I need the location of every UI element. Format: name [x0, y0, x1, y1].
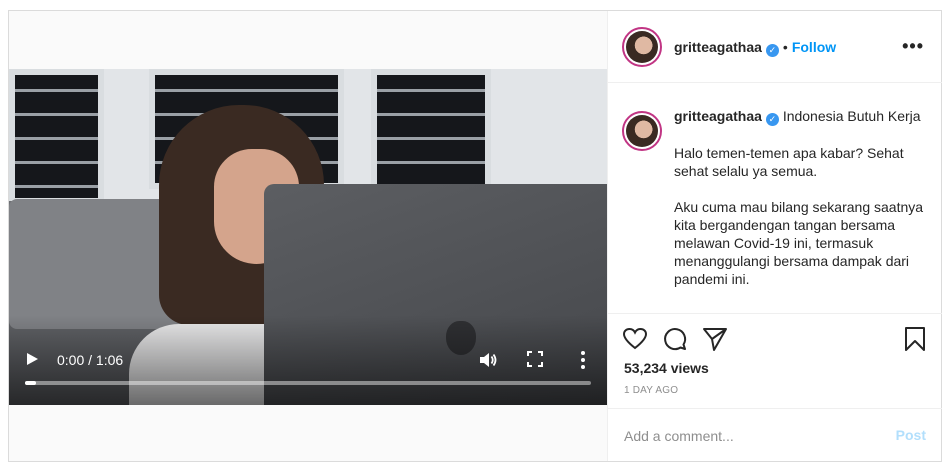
caption-paragraph: Halo temen-temen apa kabar? Sehat sehat … [674, 145, 904, 179]
instagram-post: 0:00 / 1:06 gritteagathaa ✓ • Follow •••… [8, 10, 942, 462]
window-left [9, 69, 104, 204]
fullscreen-icon[interactable] [527, 351, 543, 367]
views-count[interactable]: 53,234 views [624, 360, 709, 376]
header-user-line: gritteagathaa ✓ • Follow [674, 39, 836, 57]
share-icon[interactable] [702, 326, 728, 352]
video-progress-fill [25, 381, 37, 385]
video-player[interactable]: 0:00 / 1:06 [9, 69, 607, 405]
avatar-image [626, 115, 658, 147]
caption-text: gritteagathaa ✓ Indonesia Butuh Kerja Hal… [674, 107, 924, 306]
verified-badge-icon: ✓ [765, 44, 779, 57]
caption-paragraph: Aku cuma mau bilang sekarang saatnya kit… [674, 199, 924, 287]
post-actions: 53,234 views 1 DAY AGO Post [608, 313, 942, 461]
caption-username[interactable]: gritteagathaa [674, 108, 762, 124]
kebab-menu-icon[interactable] [580, 350, 586, 370]
comment-icon[interactable] [662, 326, 688, 352]
posted-time[interactable]: 1 DAY AGO [624, 385, 678, 396]
bookmark-icon[interactable] [902, 326, 928, 352]
post-sidebar: gritteagathaa ✓ • Follow ••• gritteagathaa ✓… [607, 11, 942, 461]
play-icon[interactable] [27, 353, 38, 365]
caption-avatar[interactable] [622, 111, 662, 151]
window-right [371, 69, 491, 194]
post-media: 0:00 / 1:06 [9, 11, 607, 461]
follow-button[interactable]: Follow [792, 39, 836, 55]
volume-icon[interactable] [478, 350, 498, 370]
verified-badge-icon: ✓ [765, 113, 779, 126]
more-options-button[interactable]: ••• [902, 36, 924, 57]
video-controls: 0:00 / 1:06 [9, 341, 607, 381]
header-username[interactable]: gritteagathaa [674, 39, 762, 55]
comment-bar: Post [608, 408, 942, 462]
video-time: 0:00 / 1:06 [57, 352, 124, 368]
avatar[interactable] [622, 27, 662, 67]
post-comment-button[interactable]: Post [896, 427, 926, 443]
comment-input[interactable] [624, 426, 874, 446]
separator-dot: • [782, 39, 788, 55]
video-progress-bar[interactable] [25, 381, 591, 385]
avatar-image [626, 31, 658, 63]
post-header: gritteagathaa ✓ • Follow ••• [608, 11, 942, 83]
caption-area: gritteagathaa ✓ Indonesia Butuh Kerja Hal… [608, 83, 942, 313]
like-heart-icon[interactable] [622, 326, 648, 352]
caption-location: Indonesia Butuh Kerja [782, 108, 921, 124]
